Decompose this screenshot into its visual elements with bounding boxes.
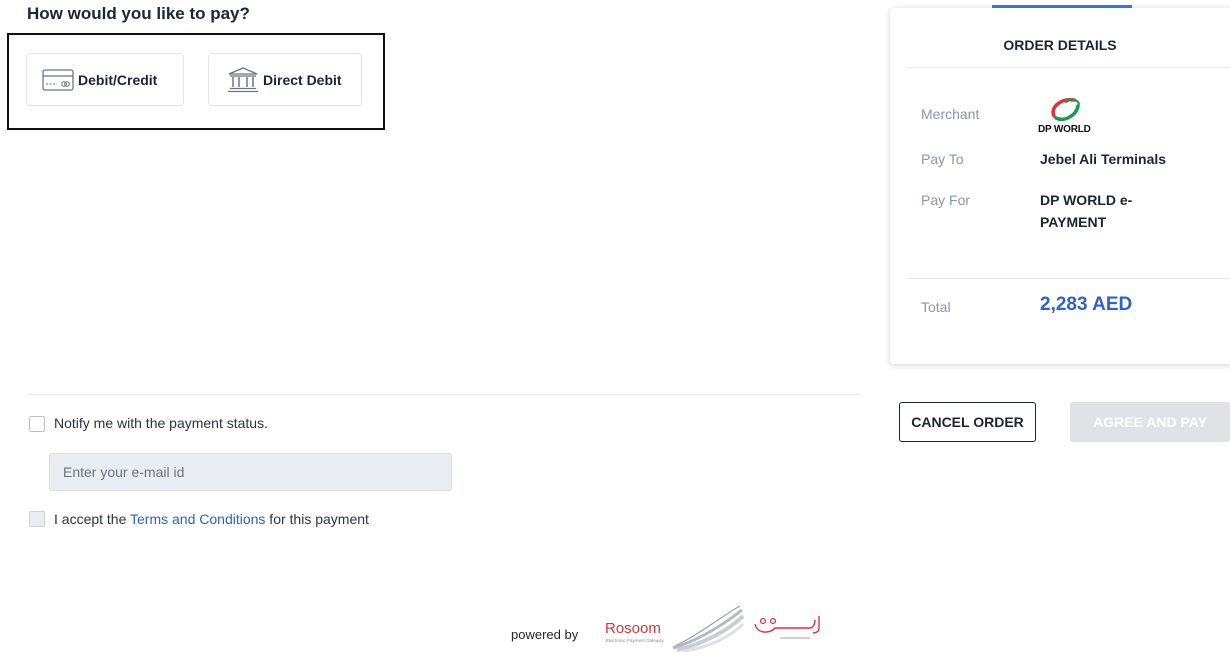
payment-method-group: Debit/Credit Direct Debit bbox=[7, 33, 385, 130]
notify-checkbox[interactable] bbox=[29, 416, 45, 432]
direct-debit-label: Direct Debit bbox=[263, 71, 342, 88]
order-details-card: ORDER DETAILS Merchant DP WORLD Pay To J… bbox=[890, 8, 1230, 364]
section-divider bbox=[28, 394, 860, 395]
rosoom-brand-sub: Electronic Payment Gateway bbox=[606, 638, 665, 643]
merchant-label: Merchant bbox=[921, 106, 980, 122]
total-value: 2,283 AED bbox=[1040, 294, 1133, 315]
order-details-title: ORDER DETAILS bbox=[1003, 37, 1117, 53]
rosoom-brand-text: Rosoom bbox=[605, 620, 661, 637]
email-input[interactable] bbox=[49, 453, 452, 491]
total-label: Total bbox=[921, 299, 951, 315]
rosoom-logo: Rosoom Electronic Payment Gateway bbox=[605, 604, 830, 653]
notify-label: Notify me with the payment status. bbox=[54, 415, 268, 431]
pay-to-value: Jebel Ali Terminals bbox=[1040, 151, 1167, 167]
debit-credit-button[interactable]: Debit/Credit bbox=[26, 53, 184, 106]
page-title: How would you like to pay? bbox=[27, 4, 250, 23]
terms-suffix: for this payment bbox=[265, 511, 369, 527]
credit-card-icon bbox=[42, 68, 74, 91]
order-divider bbox=[907, 67, 1230, 68]
terms-link[interactable]: Terms and Conditions bbox=[130, 511, 265, 527]
merchant-logo-text: DP WORLD bbox=[1038, 124, 1091, 135]
order-divider bbox=[907, 278, 1230, 279]
powered-by-text: powered by bbox=[511, 627, 579, 642]
dp-world-logo: DP WORLD bbox=[1038, 94, 1098, 138]
terms-prefix: I accept the bbox=[54, 511, 131, 527]
pay-for-label: Pay For bbox=[921, 192, 971, 208]
debit-credit-label: Debit/Credit bbox=[78, 71, 158, 88]
pay-for-value: DP WORLD e-PAYMENT bbox=[1040, 192, 1133, 230]
terms-label: I accept the Terms and Conditions for th… bbox=[54, 511, 369, 527]
terms-checkbox[interactable] bbox=[29, 511, 45, 527]
pay-to-label: Pay To bbox=[921, 151, 964, 167]
agree-and-pay-button[interactable]: AGREE AND PAY bbox=[1070, 402, 1230, 442]
direct-debit-button[interactable]: Direct Debit bbox=[208, 53, 362, 106]
bank-icon bbox=[227, 66, 259, 93]
cancel-order-button[interactable]: CANCEL ORDER bbox=[899, 402, 1036, 442]
